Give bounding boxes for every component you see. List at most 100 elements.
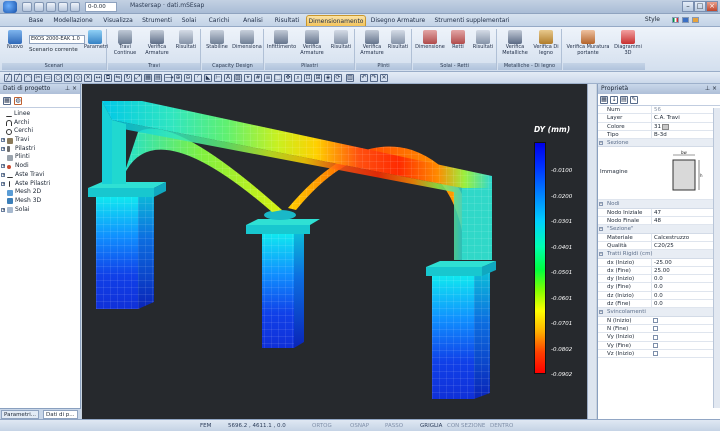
travi-continue-button[interactable]: Travi Continue	[112, 30, 138, 56]
collapse-icon[interactable]: –	[599, 227, 603, 232]
language-flag-icon[interactable]	[672, 17, 679, 23]
fillet-tool-icon[interactable]: ◜	[194, 74, 202, 82]
release-checkbox[interactable]	[653, 326, 658, 332]
properties-scrollbar[interactable]	[713, 108, 720, 408]
app-logo-icon[interactable]	[3, 1, 17, 13]
infittimento-button[interactable]: Infittimento	[267, 30, 296, 51]
maximize-button[interactable]: □	[694, 1, 706, 12]
prop-row-vy-fine[interactable]: Vy (Fine)	[598, 342, 720, 350]
tree-item-pilastri[interactable]: + Pilastri	[0, 145, 80, 154]
trim-tool-icon[interactable]: ✂	[34, 74, 42, 82]
tab-dati-progetto[interactable]: Dati di p...	[43, 410, 78, 419]
tree-item-aste-travi[interactable]: + Aste Travi	[0, 171, 80, 180]
prop-row-dy-fine[interactable]: dy (Fine) 0.0	[598, 283, 720, 292]
status-con-sezione-toggle[interactable]: CON SEZIONE	[447, 422, 485, 430]
grid-tool-icon[interactable]: #	[254, 74, 262, 82]
expand-icon[interactable]: +	[1, 164, 5, 169]
tree-item-nodi[interactable]: + Nodi	[0, 162, 80, 171]
rectangle-tool-icon[interactable]: ▭	[44, 74, 52, 82]
rotate-tool-icon[interactable]: ↻	[124, 74, 132, 82]
split-tool-icon[interactable]: ⊖	[184, 74, 192, 82]
section-sezione-2[interactable]: – "Sezione"	[598, 225, 720, 234]
section-svincolamenti[interactable]: – Svincolamenti	[598, 308, 720, 317]
sort-az-icon[interactable]: ↓	[610, 96, 618, 104]
tree-item-travi[interactable]: + Travi	[0, 136, 80, 145]
info-icon[interactable]	[692, 17, 699, 23]
release-checkbox[interactable]	[653, 318, 658, 324]
verifica-muratura-button[interactable]: Verifica Muratura portante	[565, 30, 611, 56]
collapse-icon[interactable]: –	[599, 252, 603, 257]
status-griglia-toggle[interactable]: GRIGLIA	[420, 422, 442, 430]
tree-item-solai[interactable]: + Solai	[0, 206, 80, 215]
tab-risultati[interactable]: Risultati	[270, 15, 304, 26]
property-pages-icon[interactable]: ▤	[620, 96, 628, 104]
cancel-command-icon[interactable]: ✕	[380, 74, 388, 82]
prop-row-tipo[interactable]: Tipo B-3d	[598, 130, 720, 140]
prop-row-n-fine[interactable]: N (Fine)	[598, 325, 720, 334]
extend-tool-icon[interactable]: ⟶	[164, 74, 174, 82]
move-tool-icon[interactable]: ↔	[94, 74, 102, 82]
fem-3d-viewport[interactable]: DY (mm) -0.0100 -0.0200 -0.0301 -0.0401 …	[82, 84, 587, 419]
verifica-armature-pilastri-button[interactable]: Verifica Armature	[297, 30, 327, 56]
tree-item-aste-pilastri[interactable]: + Aste Pilastri	[0, 180, 80, 189]
select-tool-icon[interactable]: ⬚	[274, 74, 282, 82]
tree-item-linee[interactable]: Linee	[0, 110, 80, 119]
prop-row-num[interactable]: Num 56	[598, 106, 720, 115]
layer-tool-icon[interactable]: ≡	[264, 74, 272, 82]
tab-carichi[interactable]: Carichi	[204, 15, 234, 26]
prop-row-layer[interactable]: Layer C.A. Travi	[598, 114, 720, 123]
prop-row-colore[interactable]: Colore 31	[598, 122, 720, 131]
open-file-icon[interactable]	[34, 2, 44, 12]
section-nodi[interactable]: – Nodi	[598, 200, 720, 209]
mirror-tool-icon[interactable]: ⇋	[114, 74, 122, 82]
collapse-icon[interactable]: –	[599, 310, 603, 315]
pin-icon[interactable]: ⊥ ×	[705, 84, 717, 94]
zoom-tool-icon[interactable]: ⌕	[294, 74, 302, 82]
prop-row-materiale[interactable]: Materiale Calcestruzzo	[598, 233, 720, 242]
tab-strumenti[interactable]: Strumenti	[140, 15, 174, 26]
risultati-plinti-button[interactable]: Risultati	[386, 30, 410, 51]
hatch-tool-icon[interactable]: ▨	[234, 74, 242, 82]
prop-row-vz-inizio[interactable]: Vz (Inizio)	[598, 350, 720, 359]
tab-dimensionamento[interactable]: Dimensionamento	[306, 15, 366, 26]
tree-item-mesh-2d[interactable]: Mesh 2D	[0, 188, 80, 197]
dimensiona-button[interactable]: Dimensiona	[232, 30, 262, 51]
line-tool-icon[interactable]: ╱	[4, 74, 12, 82]
release-checkbox[interactable]	[653, 334, 658, 340]
prop-row-dz-fine[interactable]: dz (Fine) 0.0	[598, 300, 720, 309]
scale-tool-icon[interactable]: ⤢	[134, 74, 142, 82]
parametri-button[interactable]: Parametri	[84, 30, 108, 51]
section-tratti-rigidi[interactable]: – Tratti Rigidi (cm)	[598, 250, 720, 259]
pan-tool-icon[interactable]: ✥	[284, 74, 292, 82]
circle-tool-icon[interactable]: ○	[54, 74, 62, 82]
tree-item-plinti[interactable]: Plinti	[0, 153, 80, 162]
verifica-legno-button[interactable]: Verifica Di legno	[532, 30, 560, 56]
status-osnap-toggle[interactable]: OSNAP	[350, 422, 369, 430]
offset-tool-icon[interactable]: ▤	[154, 74, 162, 82]
verifica-armature-plinti-button[interactable]: Verifica Armature	[358, 30, 386, 56]
zoom-window-icon[interactable]: ⊡	[304, 74, 312, 82]
cross-tool-icon[interactable]: ✕	[64, 74, 72, 82]
risultati-travi-button[interactable]: Risultati	[174, 30, 198, 51]
tab-strumenti-supplementari[interactable]: Strumenti supplementari	[432, 15, 512, 26]
prop-row-nodo-finale[interactable]: Nodo Finale 48	[598, 217, 720, 226]
collapse-icon[interactable]: –	[599, 141, 603, 146]
polyline-tool-icon[interactable]: ╱	[14, 74, 22, 82]
tab-solai[interactable]: Solai	[178, 15, 200, 26]
quick-input-field[interactable]: 0-0.00	[85, 2, 117, 12]
undo-icon[interactable]	[58, 2, 68, 12]
text-tool-icon[interactable]: A	[224, 74, 232, 82]
chamfer-tool-icon[interactable]: ◣	[204, 74, 212, 82]
tab-disegno-armature[interactable]: Disegno Armature	[370, 15, 426, 26]
arc-tool-icon[interactable]: ◠	[24, 74, 32, 82]
expand-icon[interactable]: +	[1, 138, 5, 143]
layout-icon[interactable]: ▥	[346, 74, 354, 82]
snap-tool-icon[interactable]: ⌖	[244, 74, 252, 82]
measure-tool-icon[interactable]: ⊢	[214, 74, 222, 82]
prop-row-vy-inizio[interactable]: Vy (Inizio)	[598, 333, 720, 342]
collapse-icon[interactable]: –	[599, 202, 603, 207]
prop-row-n-inizio[interactable]: N (Inizio)	[598, 317, 720, 325]
view-3d-icon[interactable]: ◈	[324, 74, 332, 82]
prop-row-nodo-iniziale[interactable]: Nodo Iniziale 47	[598, 208, 720, 218]
refresh-icon[interactable]: ⟳	[334, 74, 342, 82]
